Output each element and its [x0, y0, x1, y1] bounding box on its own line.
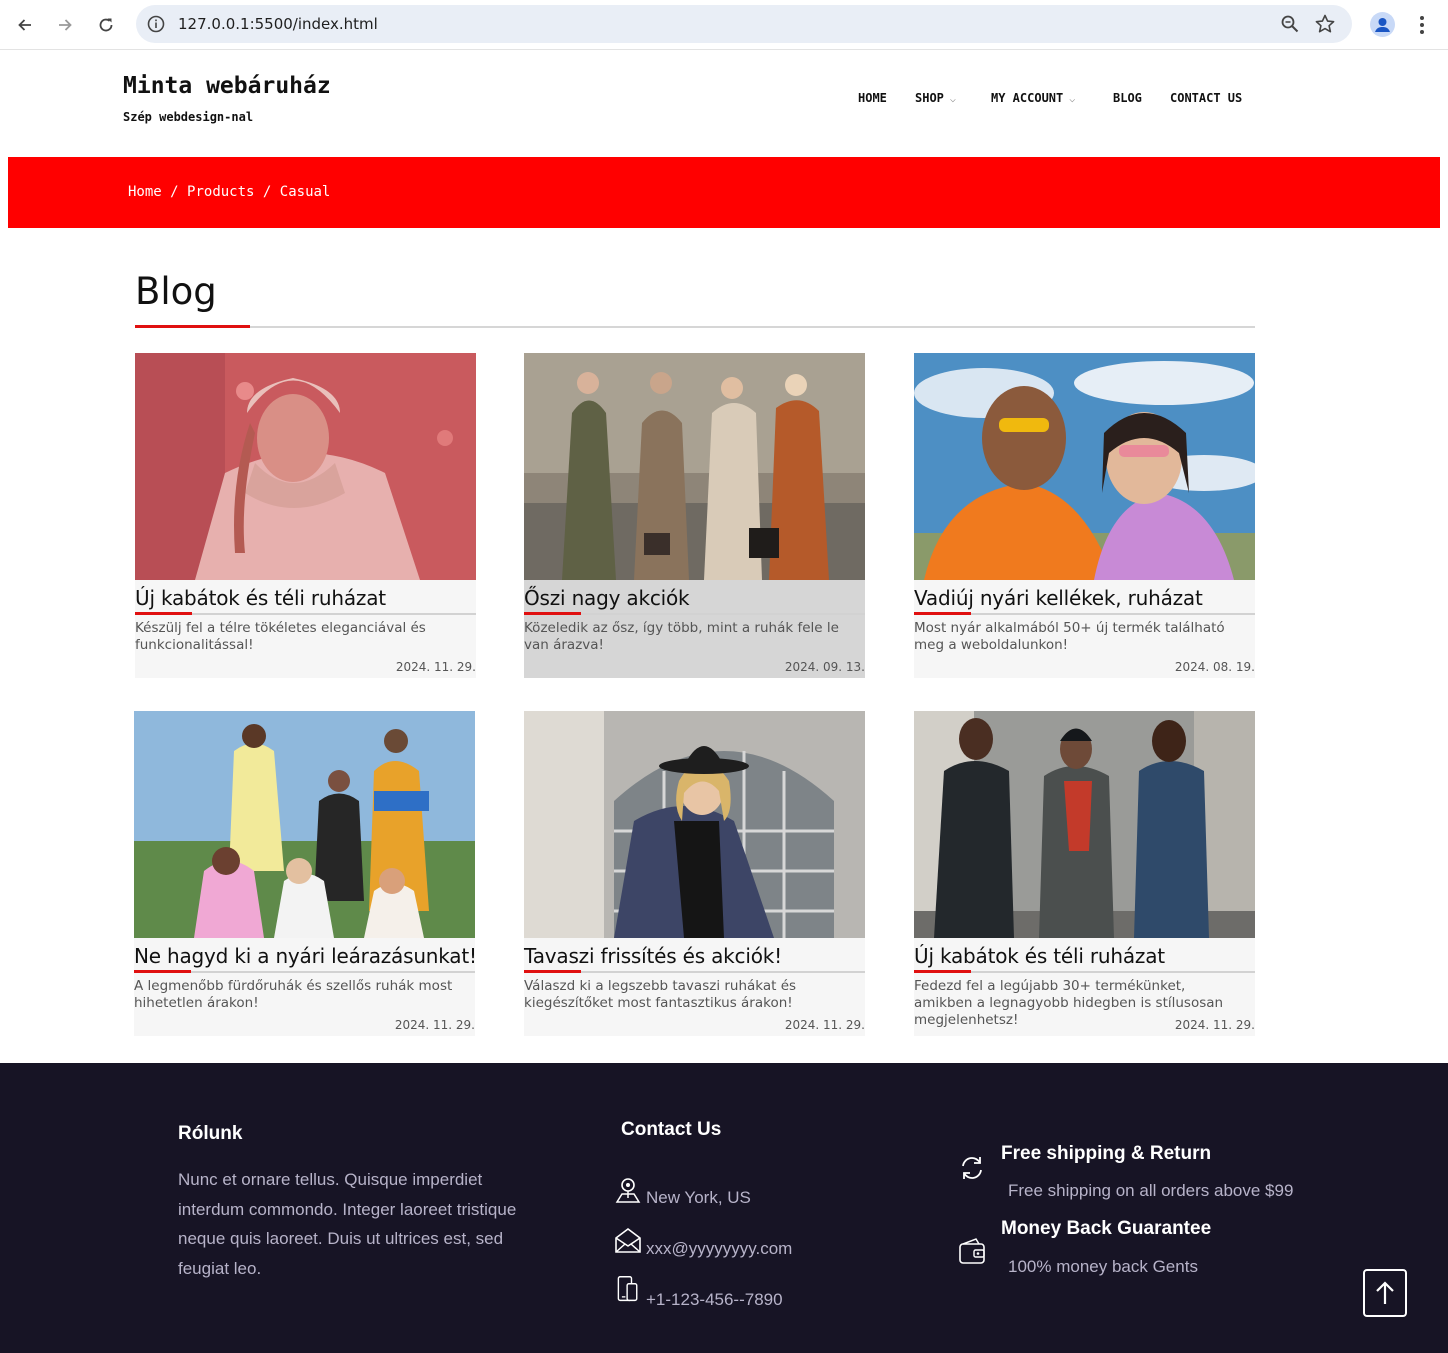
zoom-icon[interactable] — [1280, 14, 1300, 34]
footer-about-title: Rólunk — [178, 1123, 243, 1144]
address-bar[interactable]: 127.0.0.1:5500/index.html — [136, 5, 1352, 43]
breadcrumb-products[interactable]: Products — [187, 184, 254, 200]
blog-card-image[interactable] — [135, 353, 476, 580]
menu-kebab-icon[interactable] — [1412, 12, 1432, 38]
footer-phone[interactable]: +1-123-456--7890 — [646, 1285, 783, 1315]
blog-card-title[interactable]: Ne hagyd ki a nyári leárazásunkat! — [134, 944, 477, 968]
blog-card-date: 2024. 09. 13. — [784, 660, 865, 674]
blog-card-description: Közeledik az ősz, így több, mint a ruhák… — [524, 620, 839, 653]
blog-card-image[interactable] — [914, 353, 1255, 580]
chevron-down-icon: ⌵ — [949, 94, 956, 105]
feature-guarantee-text: 100% money back Gents — [1008, 1257, 1198, 1276]
nav-home-label: HOME — [858, 91, 887, 105]
back-icon[interactable] — [11, 11, 39, 39]
breadcrumb-bar: Home / Products / Casual — [8, 157, 1440, 228]
blog-card-description: Most nyár alkalmából 50+ új termék talál… — [914, 620, 1225, 653]
heading-divider — [135, 326, 1255, 328]
url-text[interactable]: 127.0.0.1:5500/index.html — [178, 15, 378, 33]
nav-shop-label: SHOP — [915, 91, 944, 105]
heading-accent — [135, 325, 250, 328]
blog-card[interactable]: Ne hagyd ki a nyári leárazásunkat! A leg… — [134, 711, 477, 1036]
breadcrumb-casual[interactable]: Casual — [280, 184, 331, 200]
blog-card-date: 2024. 11. 29. — [394, 1018, 475, 1032]
wallet-icon — [959, 1238, 985, 1264]
breadcrumb-separator: / — [170, 184, 179, 200]
footer-about-text: Nunc et ornare tellus. Quisque imperdiet… — [178, 1170, 517, 1278]
phone-icon — [617, 1276, 638, 1302]
card-accent — [524, 970, 581, 973]
blog-card[interactable]: Vadiúj nyári kellékek, ruházat Most nyár… — [914, 353, 1255, 678]
blog-card-date: 2024. 11. 29. — [1174, 1018, 1255, 1032]
nav-my-account[interactable]: MY ACCOUNT ⌵ — [991, 91, 1079, 105]
blog-card-description: Válaszd ki a legszebb tavaszi ruhákat és… — [524, 978, 797, 1011]
profile-avatar-icon[interactable] — [1370, 12, 1395, 37]
feature-shipping-title: Free shipping & Return — [1001, 1143, 1212, 1164]
card-accent — [914, 970, 971, 973]
nav-home[interactable]: HOME — [858, 91, 887, 105]
site-footer: Rólunk Nunc et ornare tellus. Quisque im… — [0, 1063, 1448, 1353]
page-title: Blog — [135, 270, 217, 313]
site-subtitle: Szép webdesign-nal — [123, 110, 254, 124]
blog-card[interactable]: Új kabátok és téli ruházat Fedezd fel a … — [914, 711, 1255, 1036]
breadcrumb-separator: / — [262, 184, 272, 200]
reload-icon[interactable] — [92, 11, 120, 39]
bookmark-star-icon[interactable] — [1314, 13, 1336, 35]
blog-card-date: 2024. 08. 19. — [1174, 660, 1255, 674]
blog-card[interactable]: Őszi nagy akciók Közeledik az ősz, így t… — [524, 353, 865, 678]
footer-email[interactable]: xxx@yyyyyyyy.com — [646, 1234, 792, 1264]
footer-location: New York, US — [646, 1188, 751, 1207]
breadcrumb: Home / Products / Casual — [128, 184, 330, 200]
blog-card-image[interactable] — [914, 711, 1255, 938]
blog-card[interactable]: Tavaszi frissítés és akciók! Válaszd ki … — [524, 711, 865, 1036]
feature-guarantee-title: Money Back Guarantee — [1001, 1218, 1212, 1239]
nav-shop[interactable]: SHOP ⌵ — [915, 91, 960, 105]
footer-contact-title: Contact Us — [621, 1119, 722, 1140]
blog-card[interactable]: Új kabátok és téli ruházat Készülj fel a… — [135, 353, 476, 678]
chevron-down-icon: ⌵ — [1069, 94, 1076, 105]
refresh-icon — [962, 1157, 982, 1179]
blog-card-title[interactable]: Őszi nagy akciók — [524, 586, 690, 610]
blog-card-title[interactable]: Új kabátok és téli ruházat — [914, 944, 1165, 968]
card-accent — [135, 612, 192, 615]
breadcrumb-home[interactable]: Home — [128, 184, 162, 200]
site-info-icon[interactable] — [146, 14, 166, 34]
mail-icon — [615, 1228, 641, 1253]
nav-contact-label: CONTACT US — [1170, 91, 1243, 105]
card-accent — [914, 612, 971, 615]
nav-contact-us[interactable]: CONTACT US — [1170, 91, 1242, 105]
browser-toolbar: 127.0.0.1:5500/index.html — [0, 0, 1448, 50]
feature-shipping-text: Free shipping on all orders above $99 — [1008, 1181, 1294, 1200]
forward-icon[interactable] — [51, 11, 79, 39]
arrow-up-icon — [1376, 1281, 1394, 1304]
blog-card-date: 2024. 11. 29. — [784, 1018, 865, 1032]
blog-card-date: 2024. 11. 29. — [395, 660, 476, 674]
card-accent — [134, 970, 191, 973]
blog-card-image[interactable] — [524, 711, 865, 938]
scroll-to-top-button[interactable] — [1363, 1269, 1407, 1317]
blog-card-title[interactable]: Új kabátok és téli ruházat — [135, 586, 386, 610]
blog-card-description: Készülj fel a télre tökéletes eleganciáv… — [135, 620, 426, 653]
nav-blog-label: BLOG — [1113, 91, 1142, 105]
blog-card-title[interactable]: Tavaszi frissítés és akciók! — [524, 944, 782, 968]
nav-my-account-label: MY ACCOUNT — [991, 91, 1064, 105]
blog-card-title[interactable]: Vadiúj nyári kellékek, ruházat — [914, 586, 1203, 610]
location-icon — [615, 1178, 641, 1203]
site-title[interactable]: Minta webáruház — [123, 73, 331, 99]
blog-card-image[interactable] — [524, 353, 865, 580]
card-accent — [524, 612, 581, 615]
blog-card-description: A legmenőbb fürdőruhák és szellős ruhák … — [134, 978, 453, 1011]
blog-card-image[interactable] — [134, 711, 475, 938]
nav-blog[interactable]: BLOG — [1113, 91, 1142, 105]
